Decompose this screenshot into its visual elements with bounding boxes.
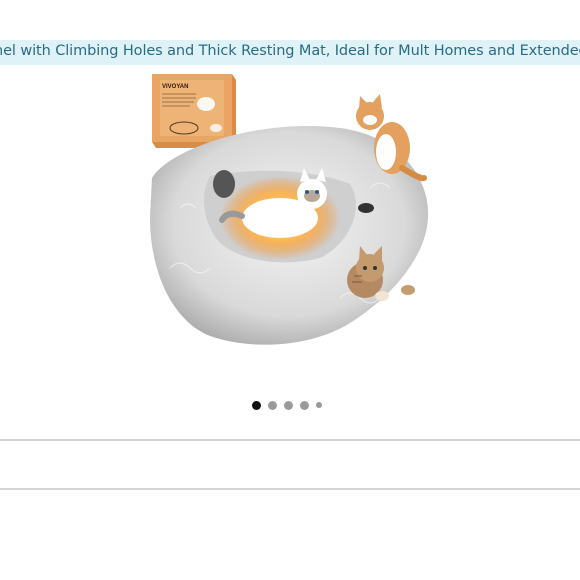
carousel-dot-3[interactable]: [284, 400, 293, 410]
carousel-dot-1[interactable]: [252, 400, 261, 410]
section-divider-top: [0, 439, 580, 441]
box-brand-label: VIVOYAN: [162, 84, 188, 90]
carousel-dot-4[interactable]: [300, 400, 309, 410]
cat-bed-illustration: VIVOYAN: [150, 74, 429, 345]
carousel-dot-5[interactable]: [316, 402, 322, 408]
carousel-dot-2[interactable]: [268, 400, 277, 410]
section-divider-bottom: [0, 488, 580, 490]
product-image[interactable]: VIVOYAN: [140, 68, 440, 368]
product-title[interactable]: nel with Climbing Holes and Thick Restin…: [0, 43, 580, 59]
product-title-bar[interactable]: nel with Climbing Holes and Thick Restin…: [0, 40, 580, 65]
product-box: VIVOYAN: [152, 74, 236, 148]
carousel-indicator: [252, 400, 322, 410]
